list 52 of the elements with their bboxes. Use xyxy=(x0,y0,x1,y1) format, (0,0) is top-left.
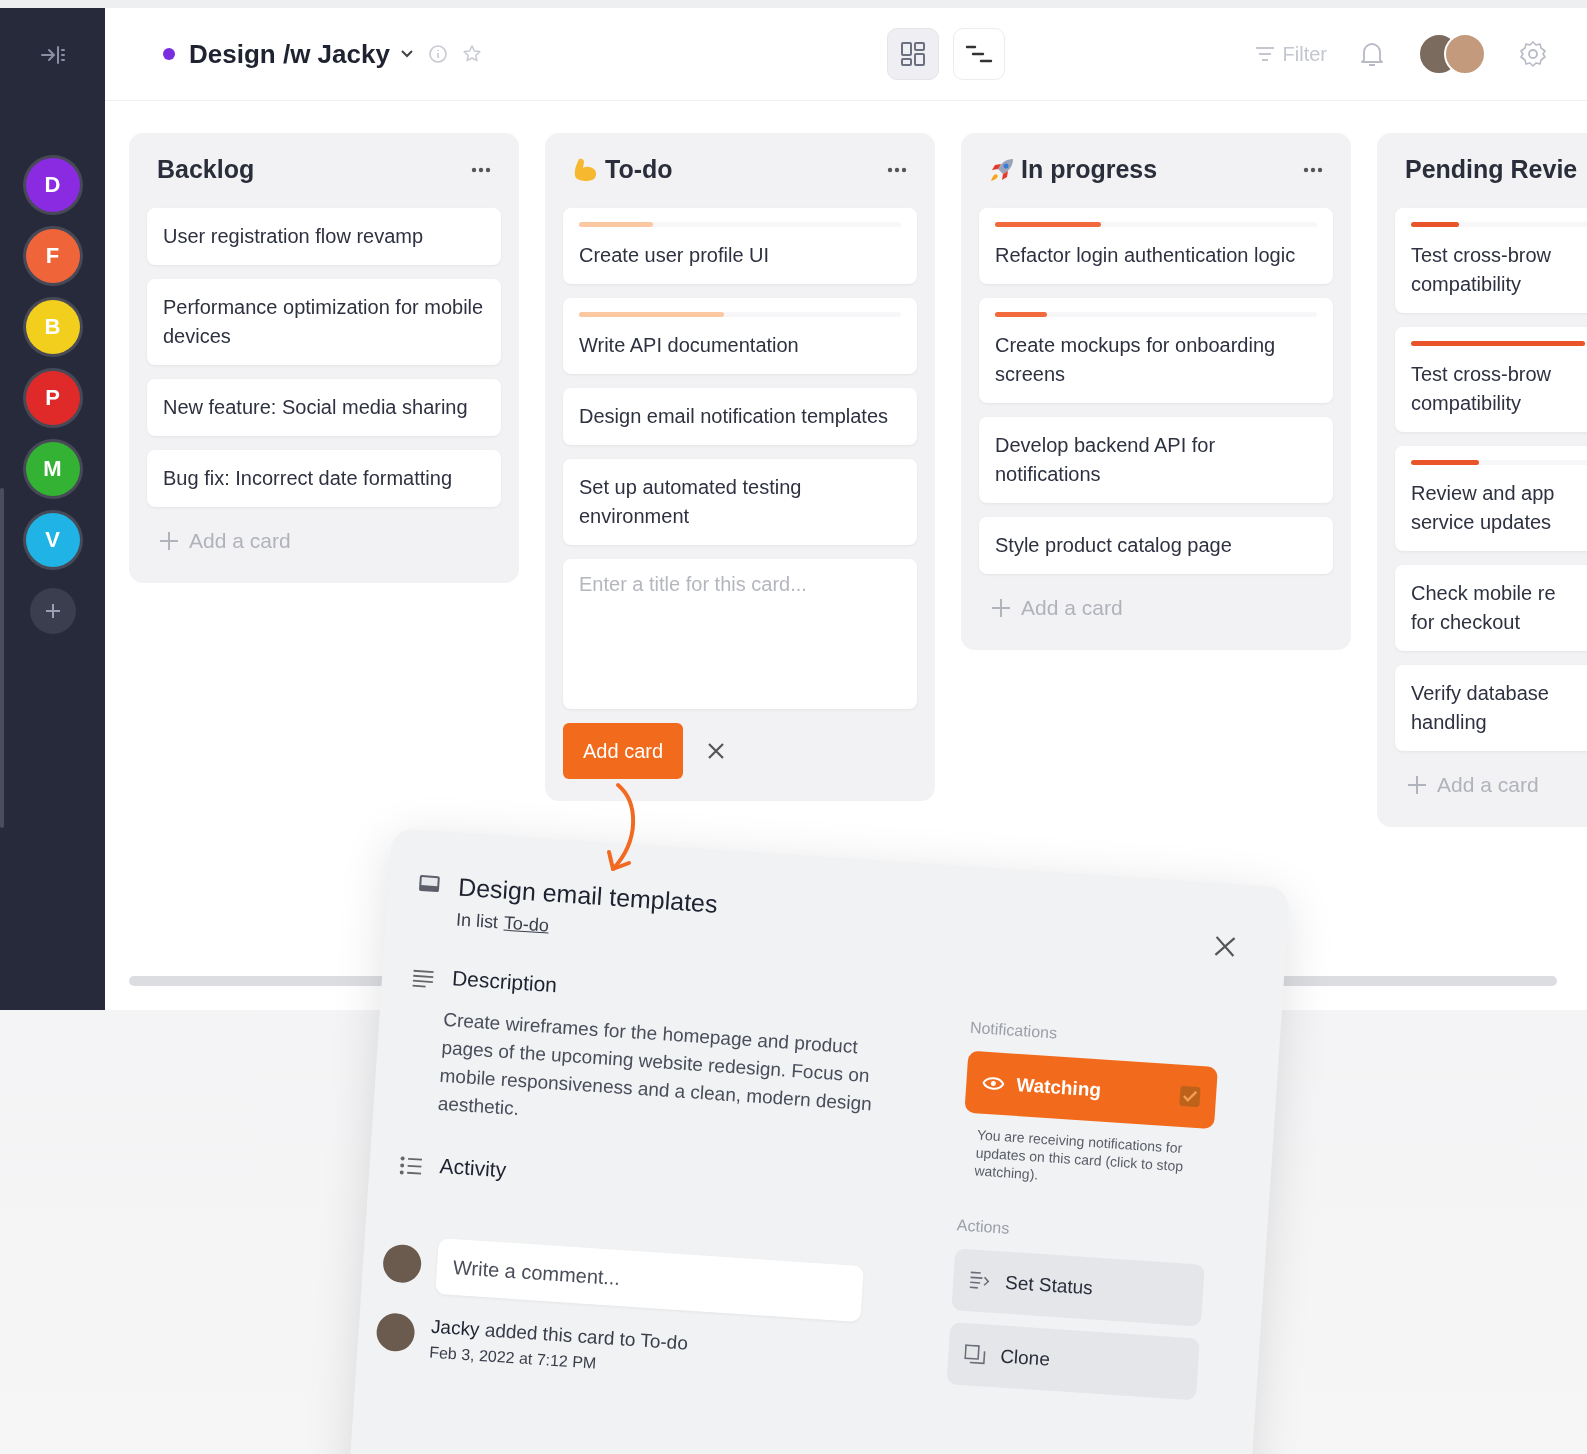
task-card[interactable]: Refactor login authentication logic xyxy=(979,208,1333,284)
task-card[interactable]: Check mobile re for checkout xyxy=(1395,565,1587,651)
board-title-dropdown[interactable]: Design /w Jacky xyxy=(189,38,414,70)
list-label: In list xyxy=(455,909,499,934)
task-card[interactable]: Write API documentation xyxy=(563,298,917,374)
column-title: To-do xyxy=(605,155,673,184)
card-title: Create mockups for onboarding screens xyxy=(995,333,1277,387)
task-card[interactable]: Style product catalog page xyxy=(979,517,1333,574)
column-title: In progress xyxy=(1021,155,1158,184)
task-card[interactable]: Verify database handling xyxy=(1395,665,1587,751)
card-title: Write API documentation xyxy=(579,333,800,358)
card-title: Review and app service updates xyxy=(1411,481,1556,535)
card-title: User registration flow revamp xyxy=(163,224,425,249)
card-title: Create user profile UI xyxy=(579,243,771,268)
task-card[interactable]: Performance optimization for mobile devices xyxy=(147,279,501,365)
section-label: Actions xyxy=(956,1216,1011,1239)
card-title-input[interactable]: Enter a title for this card... xyxy=(563,559,917,709)
activity-timestamp: Feb 3, 2022 at 7:12 PM xyxy=(428,1343,597,1374)
task-card[interactable]: Set up automated testing environment xyxy=(563,459,917,545)
card-title: Develop backend API for notifications xyxy=(995,433,1217,487)
section-heading: Description xyxy=(451,966,559,999)
card-title: Refactor login authentication logic xyxy=(995,243,1297,268)
task-card[interactable]: Bug fix: Incorrect date formatting xyxy=(147,450,501,507)
workspace-avatar[interactable]: P xyxy=(25,371,80,425)
card-title: Check mobile re for checkout xyxy=(1411,581,1557,635)
card-title: Test cross-brow compatibility xyxy=(1411,243,1553,297)
task-card[interactable]: New feature: Social media sharing xyxy=(147,379,501,436)
task-card[interactable]: Develop backend API for notifications xyxy=(979,417,1333,503)
description-text: Create wireframes for the homepage and product pages of the upcoming website redesign. Focus on mobile responsiveness and a clean, modern design aesthetic. xyxy=(436,1007,874,1121)
card-title: Design email notification templates xyxy=(579,404,890,429)
action-button[interactable]: Clone xyxy=(946,1322,1200,1401)
task-card[interactable]: Test cross-brow compatibility xyxy=(1395,327,1587,432)
task-card[interactable]: Create user profile UI xyxy=(563,208,917,284)
task-card[interactable]: User registration flow revamp xyxy=(147,208,501,265)
list-link[interactable]: To-do xyxy=(503,912,550,937)
column-title: Pending Revie xyxy=(1405,155,1578,184)
section-label: Notifications xyxy=(969,1018,1059,1044)
task-card[interactable]: Create mockups for onboarding screens xyxy=(979,298,1333,403)
card-title: Test cross-brow compatibility xyxy=(1411,362,1553,416)
column-title: Backlog xyxy=(157,155,255,184)
workspace-avatar[interactable]: D xyxy=(25,158,80,212)
card-title: Performance optimization for mobile devices xyxy=(163,295,485,349)
task-card[interactable]: Review and app service updates xyxy=(1395,446,1587,551)
action-button[interactable]: Set Status xyxy=(951,1248,1205,1327)
task-card[interactable]: Design email notification templates xyxy=(563,388,917,445)
section-heading: Activity xyxy=(438,1153,507,1183)
task-card[interactable]: Test cross-brow compatibility xyxy=(1395,208,1587,313)
card-title: New feature: Social media sharing xyxy=(163,395,469,420)
card-title: Set up automated testing environment xyxy=(579,475,803,529)
card-title: Bug fix: Incorrect date formatting xyxy=(163,466,454,491)
card-title: Style product catalog page xyxy=(995,533,1233,558)
card-title: Verify database handling xyxy=(1411,681,1550,735)
